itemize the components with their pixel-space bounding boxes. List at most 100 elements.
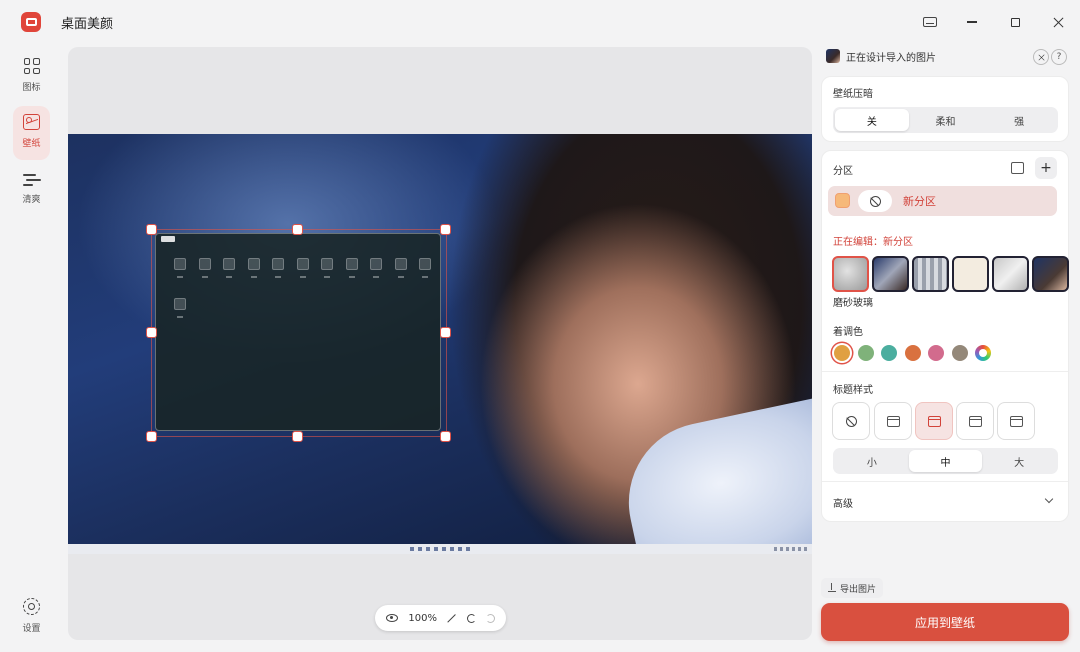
title-size-large[interactable]: 大 — [982, 450, 1056, 472]
eye-icon[interactable] — [386, 614, 399, 622]
help-button[interactable]: ? — [1051, 49, 1067, 65]
material-option-2[interactable] — [872, 256, 909, 292]
expand-icon[interactable] — [447, 614, 456, 623]
compress-option-off[interactable]: 关 — [835, 109, 909, 131]
title-style-option-3[interactable] — [956, 402, 994, 440]
title-size-small[interactable]: 小 — [835, 450, 909, 472]
preview-desktop-icon — [345, 258, 358, 278]
preview-desktop-icon — [321, 258, 333, 278]
material-option-4[interactable] — [952, 256, 989, 292]
sections-title: 分区 — [833, 166, 853, 177]
nav-item-label: 清爽 — [22, 195, 41, 205]
title-style-option-1[interactable] — [874, 402, 912, 440]
preview-section-title — [161, 236, 175, 242]
export-image-button[interactable]: 导出图片 — [821, 578, 883, 598]
preview-desktop-icon — [198, 258, 211, 278]
title-style-title: 标题样式 — [833, 385, 873, 396]
wind-icon — [22, 172, 41, 186]
title-size-medium[interactable]: 中 — [908, 450, 983, 472]
app-logo — [21, 12, 41, 32]
compress-option-strong[interactable]: 强 — [982, 109, 1056, 131]
title-style-option-2[interactable] — [915, 402, 953, 440]
title-style-none[interactable] — [832, 402, 870, 440]
minimize-button[interactable] — [959, 10, 985, 34]
minimize-icon — [967, 21, 977, 23]
redo-icon[interactable] — [485, 613, 495, 623]
apply-wallpaper-button[interactable]: 应用到壁纸 — [821, 603, 1069, 641]
nav-item-clean[interactable]: 清爽 — [13, 164, 50, 218]
material-option-3[interactable] — [912, 256, 949, 292]
tint-swatch[interactable] — [928, 345, 944, 361]
nav-item-settings[interactable]: 设置 — [13, 590, 50, 644]
export-image-label: 导出图片 — [839, 584, 876, 595]
undo-icon[interactable] — [466, 613, 476, 623]
title-size-selector: 小 中 大 — [833, 448, 1058, 474]
sections-card: 分区 + 新分区 正在编辑：新分区 磨砂玻璃 着调色 标题样式 小 中 大 高级 — [821, 150, 1069, 522]
material-label: 磨砂玻璃 — [833, 298, 873, 309]
download-icon — [827, 583, 836, 592]
preview-desktop-icon — [370, 258, 382, 278]
resize-handle-bottom[interactable] — [292, 431, 303, 442]
preview-desktop-icon — [174, 298, 186, 318]
close-icon — [1038, 54, 1045, 61]
section-disable-toggle[interactable] — [858, 190, 892, 212]
zoom-toolbar: 100% — [375, 605, 506, 631]
custom-color-picker[interactable] — [975, 345, 991, 361]
compress-title: 壁纸压暗 — [833, 89, 873, 100]
tint-swatch[interactable] — [857, 345, 874, 361]
section-item-label: 新分区 — [903, 195, 936, 208]
resize-handle-right[interactable] — [440, 327, 451, 338]
window-icon — [886, 415, 900, 427]
keyboard-icon — [923, 17, 937, 27]
panel-header-text: 正在设计导入的图片 — [846, 53, 936, 64]
material-option-6[interactable] — [1032, 256, 1069, 292]
sidebar-nav: 图标 壁纸 清爽 设置 — [0, 44, 62, 652]
maximize-icon — [1010, 17, 1020, 27]
section-color-thumb — [835, 193, 850, 208]
nav-item-wallpaper[interactable]: 壁纸 — [13, 106, 50, 160]
ban-icon — [869, 195, 881, 207]
window-icon — [968, 415, 982, 427]
imported-image-thumbnail — [826, 49, 840, 63]
editing-label: 正在编辑：新分区 — [833, 237, 913, 248]
tint-swatch[interactable] — [904, 345, 921, 361]
resize-handle-bottom-right[interactable] — [440, 431, 451, 442]
grid-icon — [23, 58, 40, 74]
resize-handle-top[interactable] — [292, 224, 303, 235]
title-style-option-4[interactable] — [997, 402, 1035, 440]
tint-swatch[interactable] — [834, 345, 850, 361]
keyboard-button[interactable] — [917, 10, 943, 34]
advanced-toggle[interactable]: 高级 — [833, 495, 853, 510]
preview-desktop-icon — [419, 258, 431, 278]
material-option-5[interactable] — [992, 256, 1029, 292]
image-icon — [23, 114, 40, 130]
preview-desktop-icon — [247, 258, 260, 278]
preview-taskbar — [68, 544, 812, 554]
resize-handle-top-right[interactable] — [440, 224, 451, 235]
preview-section-window[interactable] — [155, 233, 441, 431]
section-layout-icon[interactable] — [1011, 162, 1024, 174]
nav-item-label: 图标 — [22, 83, 41, 93]
wallpaper-canvas[interactable]: 100% — [68, 47, 812, 640]
resize-handle-top-left[interactable] — [146, 224, 157, 235]
panel-header: 正在设计导入的图片 ? — [826, 48, 1072, 66]
resize-handle-left[interactable] — [146, 327, 157, 338]
add-section-button[interactable]: + — [1035, 157, 1057, 179]
resize-handle-bottom-left[interactable] — [146, 431, 157, 442]
compress-option-soft[interactable]: 柔和 — [909, 109, 983, 131]
material-frosted-glass[interactable] — [832, 256, 869, 292]
window-icon — [927, 415, 941, 427]
title-bar: 桌面美颜 — [0, 0, 1080, 44]
close-design-button[interactable] — [1033, 49, 1049, 65]
close-window-button[interactable] — [1045, 10, 1071, 34]
preview-desktop-icon — [174, 258, 186, 278]
chevron-down-icon[interactable] — [1044, 494, 1054, 504]
preview-desktop-icon — [296, 258, 309, 278]
section-item[interactable]: 新分区 — [828, 186, 1057, 216]
nav-item-icons[interactable]: 图标 — [13, 50, 50, 104]
maximize-button[interactable] — [1002, 10, 1028, 34]
tint-swatch[interactable] — [951, 345, 968, 361]
nav-item-label: 设置 — [22, 624, 41, 634]
window-icon — [1009, 415, 1023, 427]
tint-swatch[interactable] — [881, 345, 897, 361]
